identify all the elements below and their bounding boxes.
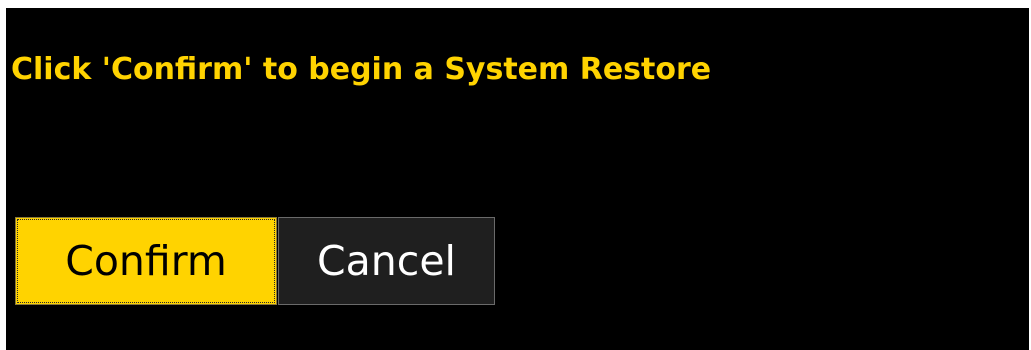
prompt-text: Click 'Confirm' to begin a System Restor… [11,52,712,87]
cancel-button[interactable]: Cancel [278,217,495,305]
confirm-button[interactable]: Confirm [15,217,277,305]
restore-dialog: Click 'Confirm' to begin a System Restor… [6,8,1029,350]
